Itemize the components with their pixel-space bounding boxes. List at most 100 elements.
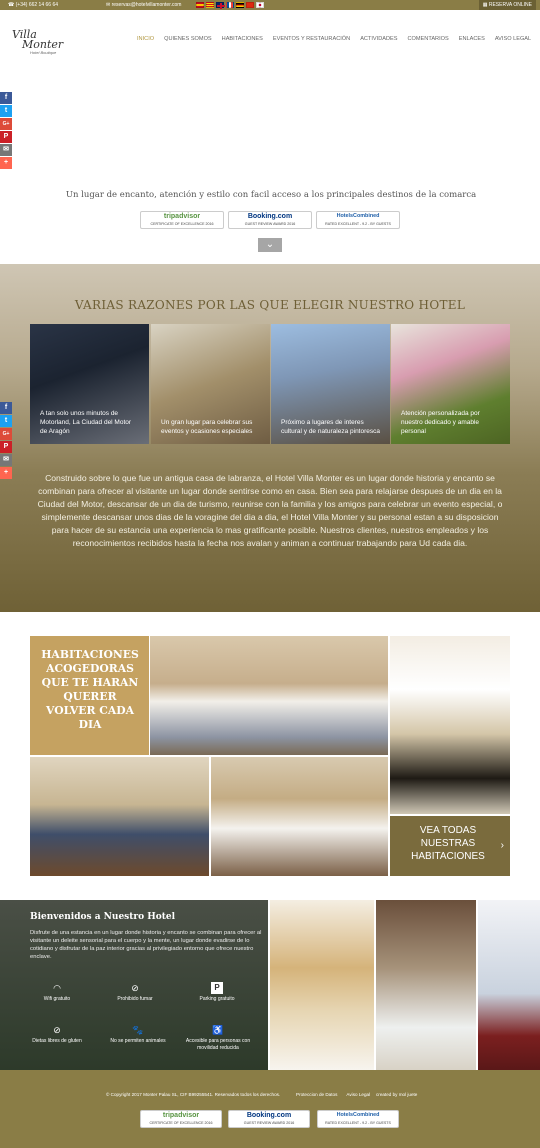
email-share-icon[interactable]: ✉ [0,144,12,156]
reason-text: Un gran lugar para celebrar sus eventos … [161,419,253,435]
no-pets-icon: 🐾 [132,1025,144,1035]
hotel-logo[interactable]: Villa Monter Hotel Boutique [12,29,82,60]
pinterest-icon[interactable]: P [0,441,12,453]
uk-flag-icon[interactable] [216,2,225,9]
amenity-parking: P Parking gratuito [182,982,252,1003]
facebook-icon[interactable]: f [0,92,12,104]
amenity-label: No se permiten animales [110,1038,166,1044]
award-brand: HotelsCombined [336,1112,380,1118]
gluten-free-icon: ⊘ [53,1025,61,1035]
main-nav: INICIO QUIENES SOMOS HABITACIONES EVENTO… [132,36,536,42]
france-flag-icon[interactable] [226,2,234,8]
hero-building [86,94,336,186]
hero-roof [86,94,336,104]
reason-card-events[interactable]: Un gran lugar para celebrar sus eventos … [151,324,270,444]
email-text: reservas@hotelvillamonter.com [111,2,182,8]
reason-card-motorland[interactable]: A tan solo unos minutos de Motorland, La… [30,324,149,444]
buffet-photo[interactable] [270,900,374,1070]
tripadvisor-award-badge[interactable]: tripadvisor CERTIFICATE OF EXCELLENCE 20… [140,211,224,229]
award-brand: tripadvisor [163,213,201,220]
google-plus-icon[interactable]: G+ [0,428,12,440]
nav-quienes-somos[interactable]: QUIENES SOMOS [159,36,217,42]
reasons-section: VARIAS RAZONES POR LAS QUE ELEGIR NUESTR… [0,264,540,612]
footer-link-legal[interactable]: Aviso Legal [346,1092,370,1097]
share-bar-top: f t G+ P ✉ + [0,92,12,169]
reason-text: Atención personalizada por nuestro dedic… [401,410,480,435]
wifi-icon: ◠ [53,983,61,993]
see-all-rooms-label: VEA TODAS NUESTRAS HABITACIONES [411,825,485,862]
slider-prev-arrow-icon[interactable]: ‹ [28,185,42,205]
welcome-title: Bienvenidos a Nuestro Hotel [30,912,176,922]
phone-link[interactable]: ☎ (+34) 662 14 66 64 [8,2,58,8]
logo-line2: Monter [22,38,64,51]
nav-inicio[interactable]: INICIO [132,36,159,42]
room-key-photo[interactable] [478,900,540,1070]
amenity-no-smoking: ⊘ Prohibido fumar [100,982,170,1003]
footer-links: Proteccion de Datos Aviso Legal [296,1092,378,1097]
google-plus-icon[interactable]: G+ [0,118,12,130]
chevron-right-icon: › [500,840,504,851]
twitter-icon[interactable]: t [0,415,12,427]
reasons-title: VARIAS RAZONES POR LAS QUE ELEGIR NUESTR… [74,298,466,312]
book-online-button[interactable]: ▦ RESERVA ONLINE [478,0,536,10]
japan-flag-icon[interactable] [256,2,264,8]
catalonia-flag-icon[interactable] [206,2,214,8]
created-by-text[interactable]: created by mol juete [376,1092,417,1097]
parking-icon: P [211,982,223,994]
scroll-down-chevron-icon[interactable]: ⌄ [258,238,282,252]
email-link[interactable]: ✉ reservas@hotelvillamonter.com [106,2,181,8]
hero-caption: Un lugar de encanto, atención y estilo c… [56,188,486,203]
nav-habitaciones[interactable]: HABITACIONES [217,36,268,42]
more-share-icon[interactable]: + [0,467,12,479]
award-subtitle: RATED EXCELLENT - 9.2 - BY GUESTS [325,1121,391,1125]
award-subtitle: GUEST REVIEW AWARD 2016 [243,1121,295,1125]
china-flag-icon[interactable] [246,2,254,8]
slider-next-arrow-icon[interactable]: › [498,185,512,205]
nav-eventos[interactable]: EVENTOS Y RESTAURACIÓN [268,36,355,42]
more-share-icon[interactable]: + [0,157,12,169]
amenity-label: Accesible para personas con movilidad re… [185,1038,251,1051]
twitter-icon[interactable]: t [0,105,12,117]
hero-building-wing [14,142,100,192]
award-subtitle: GUEST REVIEW AWARD 2016 [244,222,296,226]
footer-link-privacy[interactable]: Proteccion de Datos [296,1092,337,1097]
room-photo-champagne[interactable] [211,757,388,876]
germany-flag-icon[interactable] [236,2,244,8]
book-online-label: RESERVA ONLINE [488,2,532,8]
see-all-rooms-button[interactable]: VEA TODAS NUESTRAS HABITACIONES › [390,816,510,876]
amenity-gluten-free: ⊘ Dietas libres de gluten [14,1024,100,1045]
nav-comentarios[interactable]: COMENTARIOS [403,36,454,42]
footer-hotelscombined-badge[interactable]: HotelsCombined RATED EXCELLENT - 9.2 - B… [317,1110,399,1128]
nav-enlaces[interactable]: ENLACES [454,36,490,42]
reason-card-culture[interactable]: Próximo a lugares de interes cultural y … [271,324,390,444]
hotelscombined-award-badge[interactable]: HotelsCombined RATED EXCELLENT - 9.2 - B… [316,211,400,229]
nav-aviso-legal[interactable]: AVISO LEGAL [490,36,536,42]
reason-text: Próximo a lugares de interes cultural y … [281,419,381,435]
copyright-text: © Copyright 2017 Monter Palau SL, CIF B9… [106,1092,281,1097]
footer-tripadvisor-badge[interactable]: tripadvisor CERTIFICATE OF EXCELLENCE 20… [140,1110,222,1128]
share-bar-middle: f t G+ P ✉ + [0,402,12,479]
footer-booking-badge[interactable]: Booking.com GUEST REVIEW AWARD 2016 [228,1110,310,1128]
reason-card-service[interactable]: Atención personalizada por nuestro dedic… [391,324,510,444]
amenity-label: Dietas libres de gluten [32,1038,82,1044]
terrace-photo[interactable] [376,900,476,1070]
hero-cypress-tree [232,48,272,188]
booking-award-badge[interactable]: Booking.com GUEST REVIEW AWARD 2016 [228,211,312,229]
award-brand: Booking.com [247,213,293,220]
hero-trees [440,90,540,190]
hotel-description: Construido sobre lo que fue un antigua c… [37,473,503,548]
email-share-icon[interactable]: ✉ [0,454,12,466]
amenity-label: Wifi gratuito [43,996,71,1002]
pinterest-icon[interactable]: P [0,131,12,143]
award-brand: tripadvisor [162,1112,200,1119]
facebook-icon[interactable]: f [0,402,12,414]
rooms-title: HABITACIONES ACOGEDORAS QUE TE HARAN QUE… [41,648,139,731]
amenity-label: Parking gratuito [199,996,235,1002]
hero-palm-tree [168,90,224,130]
bathroom-amenities-photo[interactable] [390,636,510,814]
room-photo-twin[interactable] [150,636,388,755]
room-photo-sitting[interactable] [30,757,209,876]
spain-flag-icon[interactable] [196,2,204,8]
amenity-label: Prohibido fumar [117,996,153,1002]
nav-actividades[interactable]: ACTIVIDADES [355,36,402,42]
